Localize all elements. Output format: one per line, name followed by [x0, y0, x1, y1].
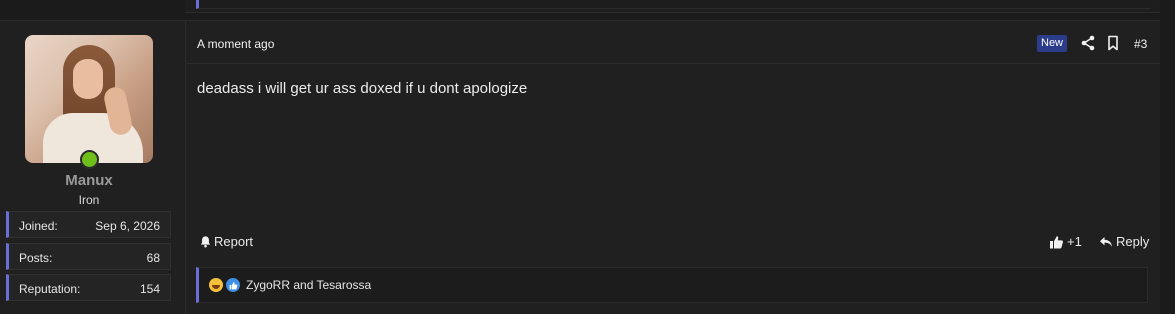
reply-button[interactable]: Reply: [1099, 234, 1149, 249]
username[interactable]: Manux: [0, 172, 178, 189]
avatar[interactable]: [25, 35, 153, 163]
previous-post-reactions-bar: [196, 0, 1151, 9]
post-content: deadass i will get ur ass doxed if u don…: [197, 80, 528, 97]
like-button[interactable]: +1: [1049, 234, 1082, 249]
post-header: A moment ago New #3: [186, 21, 1160, 64]
post-footer: Report +1 Reply: [186, 226, 1160, 256]
thumbs-up-reaction-icon: [226, 278, 240, 292]
stat-label: Joined:: [19, 219, 58, 233]
stat-value: 68: [146, 251, 160, 265]
laughing-emoji-icon: [209, 278, 223, 292]
avatar-face: [73, 59, 103, 99]
user-title: Iron: [78, 193, 100, 207]
reply-arrow-icon: [1100, 236, 1112, 247]
stat-value: 154: [139, 282, 160, 296]
forum-post: Manux Iron Joined: Sep 6, 2026 Posts: 68…: [0, 20, 1160, 314]
report-button[interactable]: Report: [199, 234, 253, 249]
bell-icon: [200, 236, 211, 248]
bookmark-icon[interactable]: [1104, 34, 1122, 52]
thumbs-up-icon: [1050, 235, 1063, 248]
stat-label: Posts:: [19, 251, 53, 265]
online-status-icon: [80, 150, 99, 169]
new-badge: New: [1037, 35, 1068, 52]
stat-value: Sep 6, 2026: [95, 219, 160, 233]
reply-label: Reply: [1116, 234, 1150, 249]
user-stat-joined: Joined: Sep 6, 2026: [6, 211, 171, 238]
stat-label: Reputation:: [19, 282, 81, 296]
like-count: +1: [1067, 234, 1082, 249]
post-user-info: Manux Iron Joined: Sep 6, 2026 Posts: 68…: [0, 21, 186, 314]
post-number-link[interactable]: #3: [1134, 37, 1147, 51]
post-timestamp[interactable]: A moment ago: [197, 37, 274, 51]
post-main: A moment ago New #3 deadass i will get u…: [186, 21, 1160, 314]
report-label: Report: [214, 234, 254, 249]
user-stat-posts: Posts: 68: [6, 243, 171, 270]
reactions-bar[interactable]: ZygoRR and Tesarossa: [196, 267, 1148, 303]
share-icon[interactable]: [1079, 34, 1097, 52]
user-stat-reputation: Reputation: 154: [6, 274, 171, 301]
reaction-users[interactable]: ZygoRR and Tesarossa: [246, 278, 371, 292]
